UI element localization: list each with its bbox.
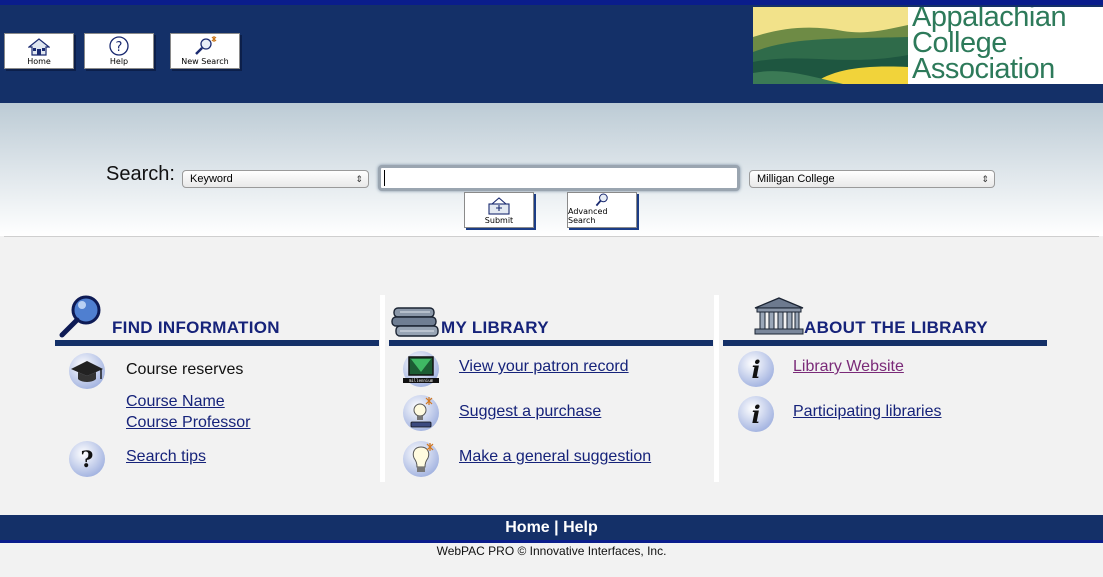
- about-library-heading: ABOUT THE LIBRARY: [804, 318, 988, 337]
- library-website-link[interactable]: Library Website: [793, 358, 904, 376]
- submit-button[interactable]: Submit: [464, 192, 534, 228]
- magnifier-icon: [59, 295, 101, 338]
- course-reserves-label: Course reserves: [126, 361, 244, 378]
- heading-rule: [55, 340, 379, 346]
- mountain-logo-icon: [753, 7, 908, 84]
- svg-text:millennium: millennium: [409, 378, 434, 383]
- heading-rule: [389, 340, 713, 346]
- books-icon: [391, 307, 439, 337]
- home-icon: [28, 38, 50, 56]
- heading-rule: [723, 340, 1047, 346]
- advanced-search-label: Advanced Search: [568, 207, 608, 225]
- library-select[interactable]: Milligan College ⇕: [749, 170, 995, 188]
- new-search-button[interactable]: New Search: [170, 33, 240, 69]
- footer-links: Home | Help: [0, 515, 1103, 541]
- header-bar: Home ? Help New Search Appalachian Colle…: [0, 0, 1103, 103]
- logo-line-3: Association: [912, 53, 1055, 84]
- logo-text: Appalachian College Association: [912, 7, 1067, 84]
- search-label: Search:: [106, 163, 175, 185]
- find-information-heading: FIND INFORMATION: [112, 318, 280, 337]
- footer-help-link[interactable]: Help: [563, 519, 598, 536]
- new-search-icon: [195, 36, 217, 55]
- svg-text:i: i: [751, 355, 760, 384]
- search-tips-link[interactable]: Search tips: [126, 448, 206, 466]
- text-caret: [384, 170, 385, 186]
- submit-label: Submit: [484, 216, 514, 225]
- library-building-icon: [754, 297, 804, 335]
- lightbulb-icon: [403, 395, 439, 431]
- course-name-link[interactable]: Course Name: [126, 393, 225, 411]
- participating-libraries-link[interactable]: Participating libraries: [793, 403, 942, 421]
- copyright-text: WebPAC PRO © Innovative Interfaces, Inc.: [436, 544, 667, 558]
- appalachian-logo[interactable]: Appalachian College Association: [753, 7, 1103, 84]
- magnifier-icon: [595, 193, 608, 207]
- graduation-cap-icon: [69, 353, 105, 389]
- home-button-label: Home: [27, 57, 51, 66]
- search-type-value: Keyword: [190, 173, 233, 185]
- advanced-search-button[interactable]: Advanced Search: [567, 192, 637, 228]
- submit-icon: [488, 197, 510, 215]
- help-icon: ?: [109, 36, 129, 56]
- svg-text:?: ?: [116, 40, 123, 55]
- search-panel: Search: Keyword ⇕ Milligan College ⇕ Sub…: [0, 103, 1103, 236]
- millennium-icon: millennium: [403, 351, 439, 387]
- lightbulb-icon: [403, 441, 439, 477]
- info-icon: i: [738, 351, 774, 387]
- column-separator: [380, 295, 385, 482]
- help-button-label: Help: [109, 57, 129, 66]
- footer-bar: Home | Help: [0, 515, 1103, 543]
- search-input[interactable]: [378, 165, 740, 191]
- column-separator: [714, 295, 719, 482]
- new-search-button-label: New Search: [181, 57, 229, 66]
- select-arrows-icon: ⇕: [355, 174, 363, 184]
- course-professor-link[interactable]: Course Professor: [126, 414, 251, 432]
- library-select-value: Milligan College: [757, 173, 835, 185]
- view-patron-record-link[interactable]: View your patron record: [459, 358, 629, 376]
- help-button[interactable]: ? Help: [84, 33, 154, 69]
- suggest-purchase-link[interactable]: Suggest a purchase: [459, 403, 601, 421]
- general-suggestion-link[interactable]: Make a general suggestion: [459, 448, 651, 466]
- home-button[interactable]: Home: [4, 33, 74, 69]
- info-icon: i: [738, 396, 774, 432]
- question-icon: ?: [69, 441, 105, 477]
- select-arrows-icon: ⇕: [981, 174, 989, 184]
- svg-text:?: ?: [81, 447, 94, 473]
- footer-separator: |: [554, 519, 559, 536]
- search-type-select[interactable]: Keyword ⇕: [182, 170, 369, 188]
- svg-text:i: i: [751, 400, 760, 429]
- my-library-heading: MY LIBRARY: [441, 318, 549, 337]
- section-divider: [4, 236, 1099, 237]
- footer-home-link[interactable]: Home: [505, 519, 549, 536]
